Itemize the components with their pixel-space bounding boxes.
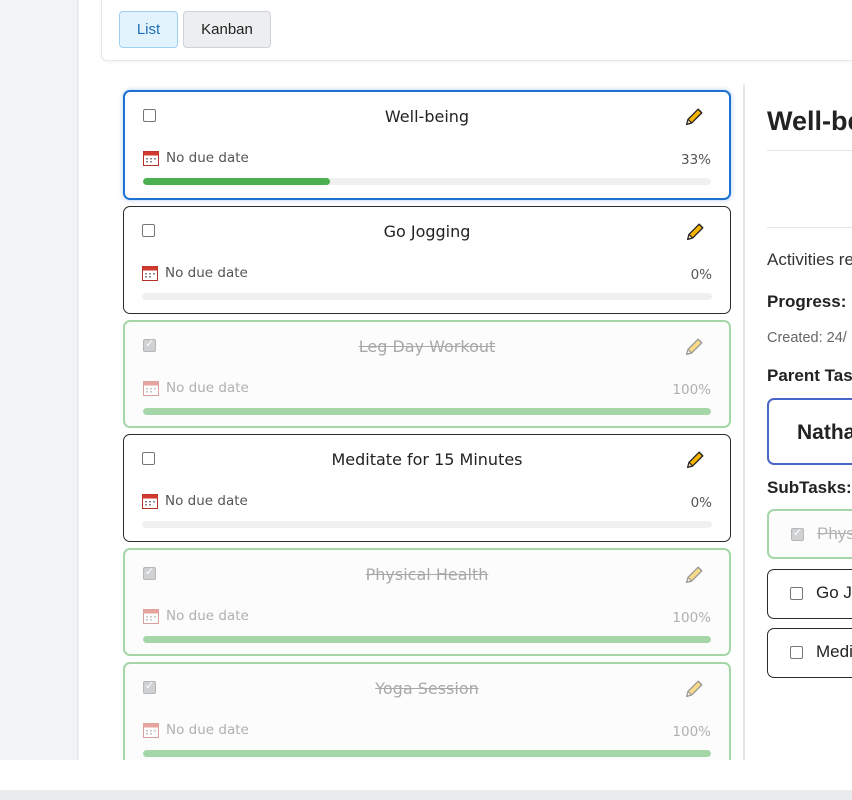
due-date-text: No due date bbox=[166, 722, 249, 738]
progress-bar bbox=[143, 750, 711, 757]
task-title: Yoga Session bbox=[375, 679, 479, 698]
progress-percent: 100% bbox=[672, 382, 711, 398]
task-title: Meditate for 15 Minutes bbox=[331, 450, 523, 469]
list-view-button[interactable]: List bbox=[119, 11, 178, 48]
parent-task-name: Natha bbox=[797, 421, 852, 444]
subtask-checkbox[interactable] bbox=[790, 587, 803, 600]
calendar-icon bbox=[143, 150, 159, 166]
due-date: No due date bbox=[143, 608, 249, 624]
parent-task-card[interactable]: Natha bbox=[767, 398, 852, 465]
left-sidebar-gutter bbox=[0, 0, 78, 760]
calendar-icon bbox=[143, 722, 159, 738]
pencil-icon[interactable] bbox=[683, 678, 705, 700]
progress-fill bbox=[143, 636, 711, 643]
subtask-label: Go J bbox=[816, 583, 852, 602]
pencil-icon[interactable] bbox=[683, 336, 705, 358]
progress-fill bbox=[143, 750, 711, 757]
task-card[interactable]: Well-being No due date 33% bbox=[123, 90, 731, 200]
pencil-icon[interactable] bbox=[683, 564, 705, 586]
view-toolbar: List Kanban bbox=[101, 0, 852, 61]
bottom-strip bbox=[0, 760, 852, 790]
task-card[interactable]: Yoga Session No due date 100% bbox=[123, 662, 731, 760]
calendar-icon bbox=[142, 265, 158, 281]
subtask-checkbox[interactable] bbox=[791, 526, 804, 541]
due-date-text: No due date bbox=[165, 493, 248, 509]
progress-percent: 0% bbox=[690, 267, 712, 283]
progress-percent: 33% bbox=[680, 152, 711, 168]
task-title: Physical Health bbox=[365, 565, 489, 584]
due-date-text: No due date bbox=[166, 150, 249, 166]
task-card[interactable]: Meditate for 15 Minutes No due date 0% bbox=[123, 434, 731, 542]
detail-progress-label: Progress: bbox=[767, 292, 847, 311]
detail-title: Well-be bbox=[767, 106, 852, 136]
horizontal-scrollbar[interactable] bbox=[0, 790, 852, 800]
due-date: No due date bbox=[142, 265, 248, 281]
task-card[interactable]: Go Jogging No due date 0% bbox=[123, 206, 731, 314]
divider bbox=[767, 150, 852, 151]
due-date-text: No due date bbox=[166, 380, 249, 396]
progress-bar bbox=[143, 178, 711, 185]
subtask-item[interactable]: Go J bbox=[767, 569, 852, 619]
subtasks-label: SubTasks: bbox=[767, 478, 852, 497]
progress-bar bbox=[142, 521, 712, 528]
task-detail-panel: Well-be Activities re Progress: Created:… bbox=[743, 84, 852, 760]
due-date: No due date bbox=[143, 380, 249, 396]
due-date-text: No due date bbox=[166, 608, 249, 624]
progress-fill bbox=[143, 408, 711, 415]
task-card[interactable]: Physical Health No due date 100% bbox=[123, 548, 731, 656]
progress-percent: 100% bbox=[672, 724, 711, 740]
calendar-icon bbox=[143, 380, 159, 396]
due-date-text: No due date bbox=[165, 265, 248, 281]
task-title: Well-being bbox=[384, 107, 470, 126]
progress-percent: 100% bbox=[672, 610, 711, 626]
divider bbox=[767, 227, 852, 228]
calendar-icon bbox=[143, 608, 159, 624]
subtask-checkbox[interactable] bbox=[790, 646, 803, 659]
progress-bar bbox=[143, 408, 711, 415]
detail-created-date: Created: 24/ bbox=[767, 330, 847, 346]
subtask-label: Medi bbox=[816, 642, 852, 661]
progress-bar bbox=[142, 293, 712, 300]
pencil-icon[interactable] bbox=[684, 449, 706, 471]
progress-percent: 0% bbox=[690, 495, 712, 511]
due-date: No due date bbox=[143, 150, 249, 166]
progress-fill bbox=[143, 178, 331, 185]
detail-description: Activities re bbox=[767, 250, 852, 269]
task-title: Go Jogging bbox=[383, 222, 471, 241]
parent-task-label: Parent Tas bbox=[767, 366, 852, 385]
progress-bar bbox=[143, 636, 711, 643]
due-date: No due date bbox=[143, 722, 249, 738]
calendar-icon bbox=[142, 493, 158, 509]
task-card[interactable]: Leg Day Workout No due date 100% bbox=[123, 320, 731, 428]
task-title: Leg Day Workout bbox=[358, 337, 496, 356]
kanban-view-button[interactable]: Kanban bbox=[183, 11, 271, 48]
pencil-icon[interactable] bbox=[684, 221, 706, 243]
due-date: No due date bbox=[142, 493, 248, 509]
subtask-item[interactable]: Medi bbox=[767, 628, 852, 678]
subtask-item[interactable]: Phys bbox=[767, 509, 852, 559]
pencil-icon[interactable] bbox=[683, 106, 705, 128]
main-content: List Kanban Well-being No due date 33% Go J… bbox=[79, 0, 852, 760]
subtask-label: Phys bbox=[817, 524, 852, 543]
